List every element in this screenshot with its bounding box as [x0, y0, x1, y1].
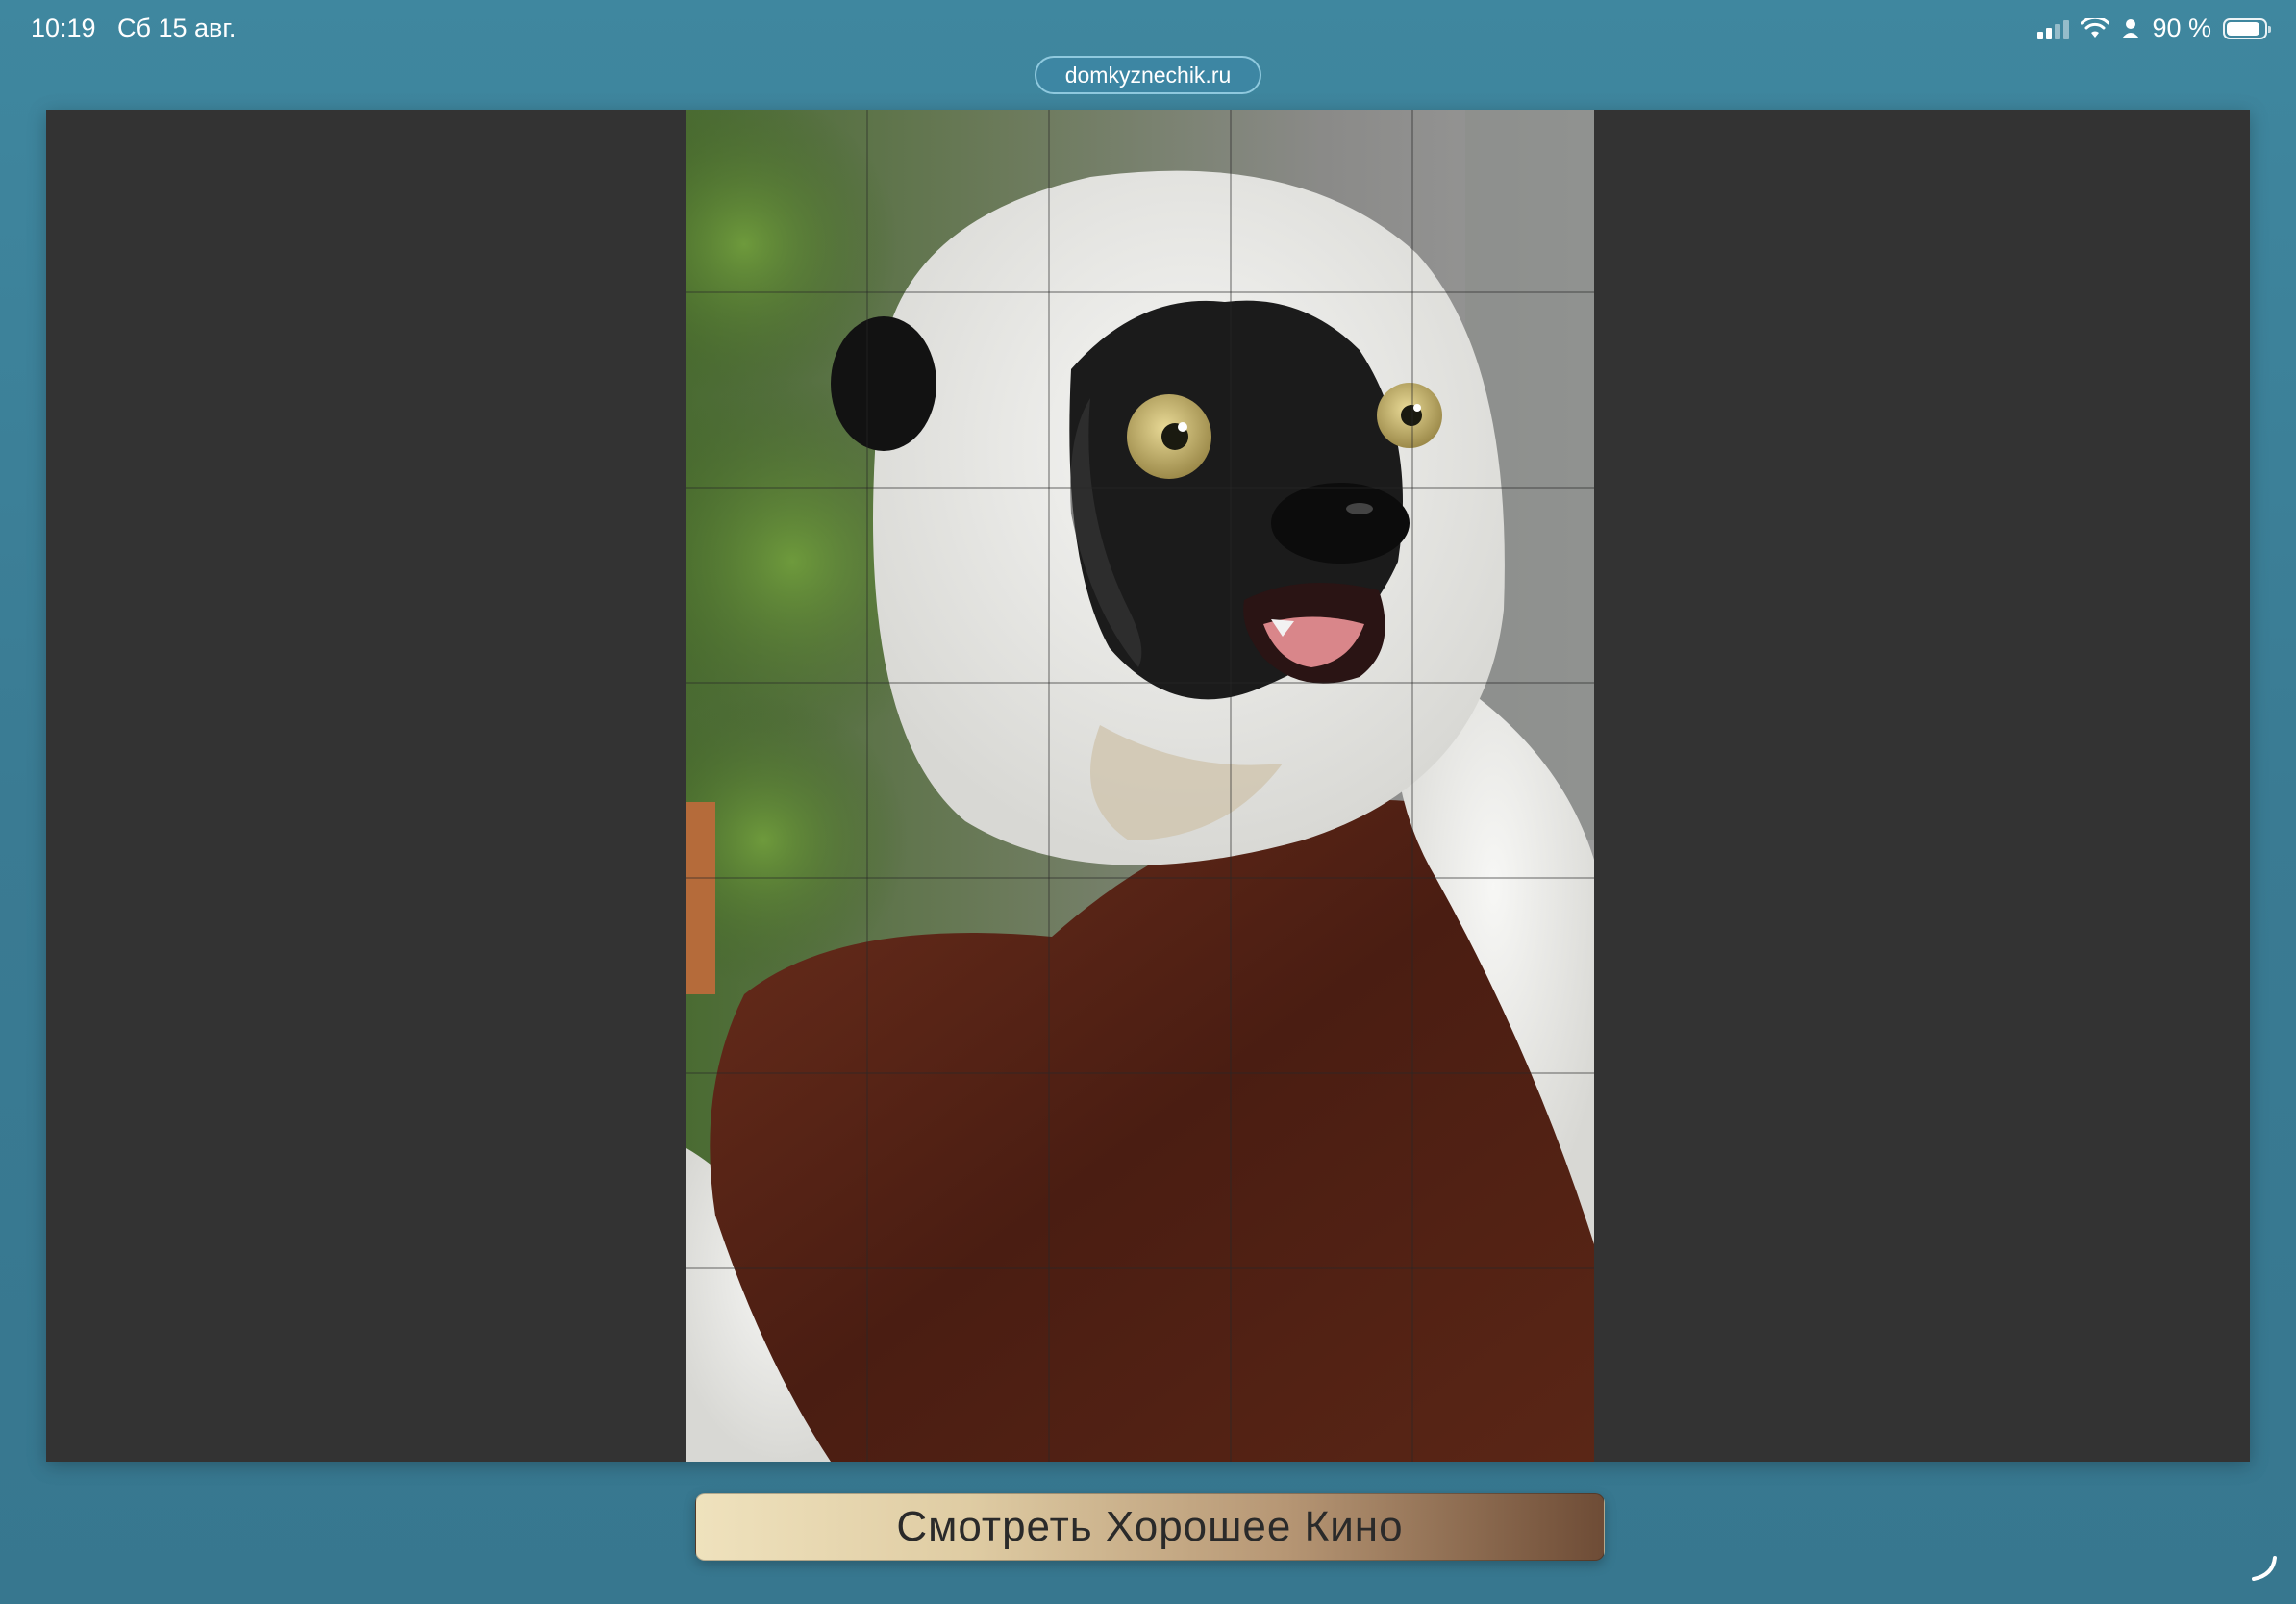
wifi-icon: [2081, 17, 2110, 38]
person-icon: [2122, 18, 2140, 38]
status-right: 90 %: [2037, 13, 2271, 43]
screen: 10:19 Сб 15 авг. 90 % domkyznechik.ru См…: [0, 0, 2296, 1604]
status-date: Сб 15 авг.: [117, 13, 237, 42]
status-time: 10:19: [31, 13, 96, 42]
battery-percent: 90 %: [2152, 13, 2211, 42]
loading-spinner-icon: [2252, 1556, 2277, 1581]
status-bar: 10:19 Сб 15 авг. 90 %: [0, 0, 2296, 62]
url-pill[interactable]: domkyznechik.ru: [1035, 56, 1261, 94]
battery-icon: [2223, 17, 2271, 39]
puzzle-board[interactable]: [686, 110, 1594, 1462]
signal-icon: [2037, 18, 2070, 39]
watch-movie-button[interactable]: Смотреть Хорошее Кино: [695, 1493, 1605, 1561]
puzzle-stage: [46, 110, 2250, 1462]
puzzle-grid: [686, 110, 1594, 1462]
